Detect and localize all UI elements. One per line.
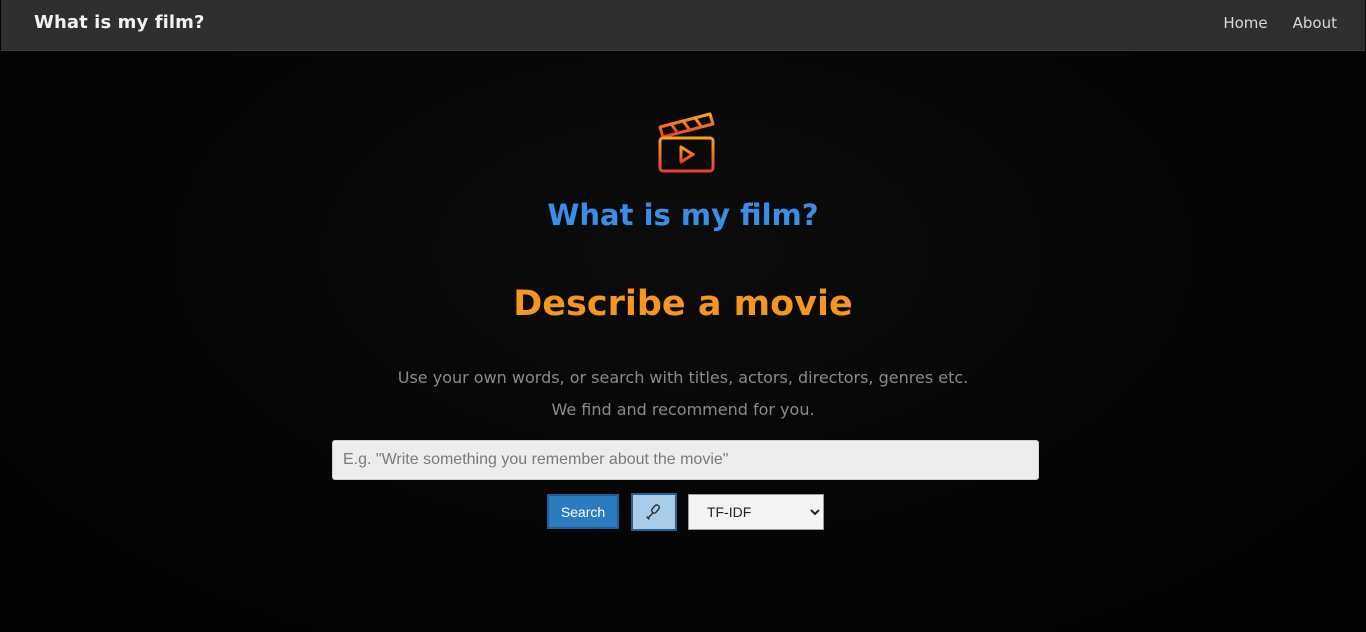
clapperboard-play-icon [658,112,715,173]
description-line-2: We find and recommend for you. [551,400,815,419]
method-select[interactable]: TF-IDF [688,494,824,530]
description-line-1: Use your own words, or search with title… [397,368,969,387]
nav-links: Home About [1223,14,1337,32]
hero-title: What is my film? [547,198,819,232]
navbar: What is my film? Home About [1,0,1365,51]
describe-heading: Describe a movie [513,284,853,324]
search-button[interactable]: Search [547,494,619,529]
search-input[interactable] [332,440,1039,480]
microphone-icon [646,504,660,520]
microphone-button[interactable] [631,493,677,531]
navbar-brand[interactable]: What is my film? [34,12,205,33]
nav-link-about[interactable]: About [1293,14,1337,32]
nav-link-home[interactable]: Home [1223,14,1267,32]
page: What is my film? Home About What is my f… [0,0,1366,632]
